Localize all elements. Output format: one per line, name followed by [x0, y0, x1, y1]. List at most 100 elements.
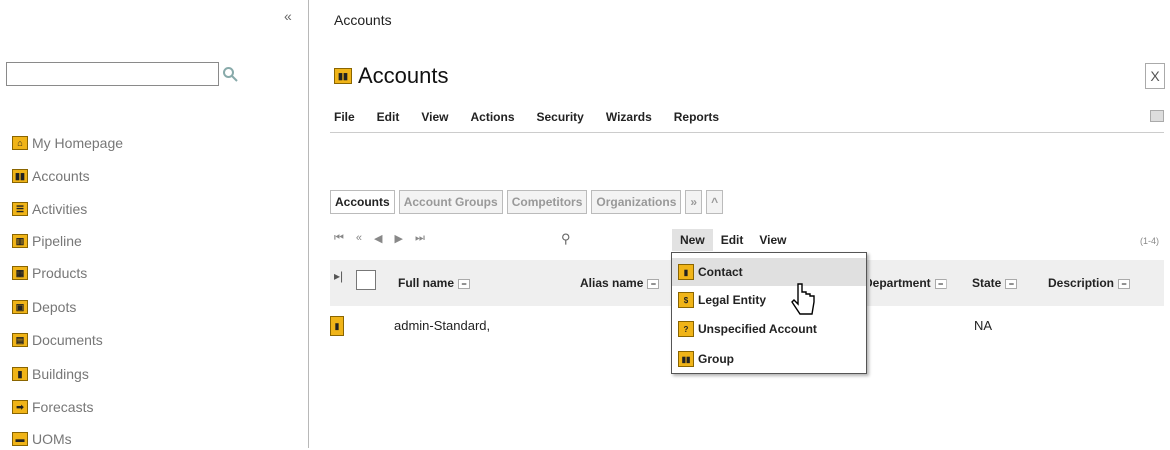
sort-icon[interactable]: −: [647, 279, 660, 289]
sidebar-item-forecasts[interactable]: ➡ Forecasts: [12, 396, 93, 418]
menu-wizards[interactable]: Wizards: [606, 110, 652, 124]
prev-block-icon[interactable]: «: [356, 232, 362, 245]
group-icon: ▮▮: [678, 351, 694, 367]
column-header-full-name[interactable]: Full name −: [398, 276, 471, 290]
sidebar-item-uoms[interactable]: ▬ UOMs: [12, 428, 72, 450]
new-dropdown-menu: ▮ Contact $ Legal Entity ? Unspecified A…: [671, 252, 867, 374]
contact-icon: ▮: [330, 316, 344, 336]
menu-item-label: Unspecified Account: [698, 322, 817, 336]
sidebar-item-depots[interactable]: ▣ Depots: [12, 296, 76, 318]
new-menu-contact[interactable]: ▮ Contact: [672, 258, 866, 286]
prev-page-icon[interactable]: ◀: [374, 232, 382, 245]
sidebar-item-products[interactable]: ▦ Products: [12, 262, 87, 284]
sidebar-item-label: Buildings: [32, 366, 89, 382]
tab-accounts[interactable]: Accounts: [330, 190, 395, 214]
close-button[interactable]: X: [1145, 63, 1165, 89]
sidebar-item-my-homepage[interactable]: ⌂ My Homepage: [12, 132, 123, 154]
new-menu-group[interactable]: ▮▮ Group: [672, 345, 866, 373]
menu-security[interactable]: Security: [537, 110, 584, 124]
grid-menu-new[interactable]: New: [672, 229, 713, 251]
first-page-icon[interactable]: ⏮: [334, 232, 344, 245]
record-range: (1-4): [1140, 236, 1160, 246]
new-menu-legal-entity[interactable]: $ Legal Entity: [672, 286, 866, 314]
accounts-icon: ▮▮: [334, 68, 352, 84]
menu-item-label: Group: [698, 352, 734, 366]
unspecified-account-icon: ?: [678, 321, 694, 337]
menu-separator: [330, 132, 1164, 133]
legal-entity-icon: $: [678, 292, 694, 308]
new-menu-unspecified-account[interactable]: ? Unspecified Account: [672, 315, 866, 343]
menu-item-label: Contact: [698, 265, 743, 279]
column-label: Department: [864, 276, 931, 290]
breadcrumb: Accounts: [334, 12, 392, 28]
column-label: State: [972, 276, 1002, 290]
sidebar-item-pipeline[interactable]: ▥ Pipeline: [12, 230, 82, 252]
tab-bar: Accounts Account Groups Competitors Orga…: [330, 190, 724, 214]
documents-icon: ▤: [12, 333, 28, 347]
sort-icon[interactable]: −: [934, 279, 947, 289]
activities-icon: ☰: [12, 202, 28, 216]
tab-account-groups[interactable]: Account Groups: [398, 190, 503, 214]
sidebar-item-label: Forecasts: [32, 399, 94, 415]
grid-search-icon[interactable]: ⚲: [561, 231, 571, 247]
sidebar-item-label: Activities: [32, 201, 88, 217]
tab-more[interactable]: »: [685, 190, 703, 214]
search-icon[interactable]: [222, 66, 238, 82]
cell-state: NA: [974, 318, 993, 333]
menu-view[interactable]: View: [421, 110, 448, 124]
menu-reports[interactable]: Reports: [674, 110, 719, 124]
pipeline-icon: ▥: [12, 234, 28, 248]
select-all-checkbox[interactable]: [356, 270, 376, 290]
sidebar-item-label: My Homepage: [32, 135, 124, 151]
column-label: Alias name: [580, 276, 644, 290]
tab-organizations[interactable]: Organizations: [591, 190, 682, 214]
last-page-icon[interactable]: ⏭: [415, 232, 425, 245]
buildings-icon: ▮: [12, 367, 28, 381]
column-chooser-icon[interactable]: ▸|: [334, 269, 343, 283]
menu-bar: File Edit View Actions Security Wizards …: [334, 110, 719, 124]
column-header-state[interactable]: State −: [972, 276, 1018, 290]
sidebar-search-input[interactable]: [6, 62, 219, 86]
depots-icon: ▣: [12, 300, 28, 314]
column-header-department[interactable]: Department −: [864, 276, 947, 290]
sidebar-item-activities[interactable]: ☰ Activities: [12, 198, 87, 220]
grid-menu-view[interactable]: View: [751, 229, 794, 251]
menu-edit[interactable]: Edit: [377, 110, 400, 124]
sort-icon[interactable]: −: [1118, 279, 1131, 289]
sidebar-item-label: Accounts: [32, 168, 90, 184]
pager: ⏮ « ◀ ▶ ⏭: [334, 232, 425, 245]
contact-icon: ▮: [678, 264, 694, 280]
home-icon: ⌂: [12, 136, 28, 150]
sort-icon[interactable]: −: [458, 279, 471, 289]
column-header-alias-name[interactable]: Alias name −: [580, 276, 660, 290]
cell-full-name[interactable]: admin-Standard,: [394, 318, 490, 333]
sidebar: « ⌂ My Homepage ▮▮ Accounts ☰ Activities…: [0, 0, 308, 448]
forecasts-icon: ➡: [12, 400, 28, 414]
collapse-sidebar-button[interactable]: «: [284, 8, 292, 24]
products-icon: ▦: [12, 266, 28, 280]
sidebar-item-label: Depots: [32, 299, 77, 315]
sidebar-item-buildings[interactable]: ▮ Buildings: [12, 363, 89, 385]
sidebar-item-label: UOMs: [32, 431, 72, 447]
sidebar-divider: [308, 0, 309, 448]
column-header-description[interactable]: Description −: [1048, 276, 1131, 290]
column-label: Full name: [398, 276, 455, 290]
uoms-icon: ▬: [12, 432, 28, 446]
menu-file[interactable]: File: [334, 110, 355, 124]
sort-icon[interactable]: −: [1005, 279, 1018, 289]
grid-menu: New Edit View: [672, 229, 795, 251]
tab-competitors[interactable]: Competitors: [506, 190, 588, 214]
sidebar-item-documents[interactable]: ▤ Documents: [12, 329, 103, 351]
menu-actions[interactable]: Actions: [470, 110, 514, 124]
sidebar-item-label: Documents: [32, 332, 103, 348]
accounts-icon: ▮▮: [12, 169, 28, 183]
sidebar-item-accounts[interactable]: ▮▮ Accounts: [12, 165, 90, 187]
column-label: Description: [1048, 276, 1115, 290]
hand-cursor-icon: [791, 283, 815, 315]
sidebar-item-label: Products: [32, 265, 88, 281]
sidebar-item-label: Pipeline: [32, 233, 82, 249]
tab-collapse[interactable]: ^: [706, 190, 724, 214]
grid-menu-edit[interactable]: Edit: [713, 229, 752, 251]
next-page-icon[interactable]: ▶: [395, 232, 403, 245]
print-icon[interactable]: [1150, 110, 1164, 122]
